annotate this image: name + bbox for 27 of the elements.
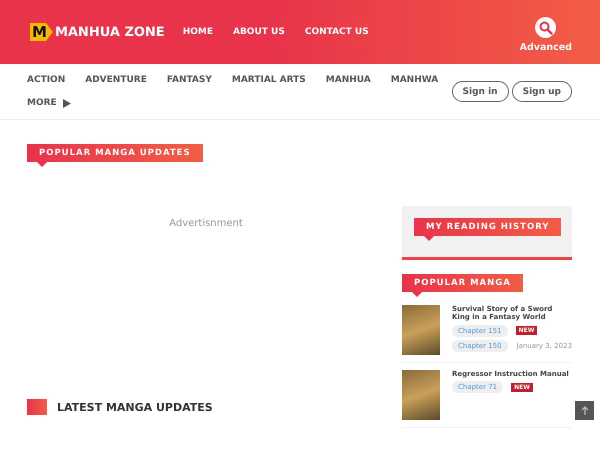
category-link[interactable]: MANHUA xyxy=(326,75,371,85)
cover-placeholder[interactable] xyxy=(402,305,440,355)
section-heading: POPULAR MANGA xyxy=(402,274,523,297)
heading-marker xyxy=(27,399,47,415)
scroll-top-button[interactable] xyxy=(575,401,594,420)
category-link[interactable]: MANHWA xyxy=(390,75,438,85)
nav-link[interactable]: HOME xyxy=(182,27,213,37)
nav-link[interactable]: ABOUT US xyxy=(232,27,285,37)
cover-placeholder[interactable] xyxy=(402,370,440,420)
section-heading: MY READING HISTORY xyxy=(414,218,562,241)
logo-text[interactable]: MANHUA ZONE xyxy=(54,24,165,40)
arrow-up-icon xyxy=(580,406,590,416)
auth-button[interactable]: Sign up xyxy=(512,81,572,102)
category-link[interactable]: ACTION xyxy=(27,75,66,85)
category-link[interactable]: FANTASY xyxy=(166,75,212,85)
auth-button[interactable]: Sign in xyxy=(452,81,509,102)
search-button[interactable] xyxy=(535,17,556,38)
section-heading: POPULAR MANGA UPDATES xyxy=(27,144,203,167)
category-link[interactable]: MARTIAL ARTS xyxy=(232,75,306,85)
search-icon xyxy=(538,20,553,34)
advertisement-label: Advertisnment xyxy=(169,218,243,228)
category-link[interactable]: ADVENTURE xyxy=(85,75,147,85)
logo-mark[interactable]: M xyxy=(30,23,53,41)
triangle-icon xyxy=(62,98,71,108)
more-menu[interactable]: MORE xyxy=(27,98,438,108)
nav-link[interactable]: CONTACT US xyxy=(304,27,369,37)
section-heading: LATEST MANGA UPDATES xyxy=(57,400,213,414)
